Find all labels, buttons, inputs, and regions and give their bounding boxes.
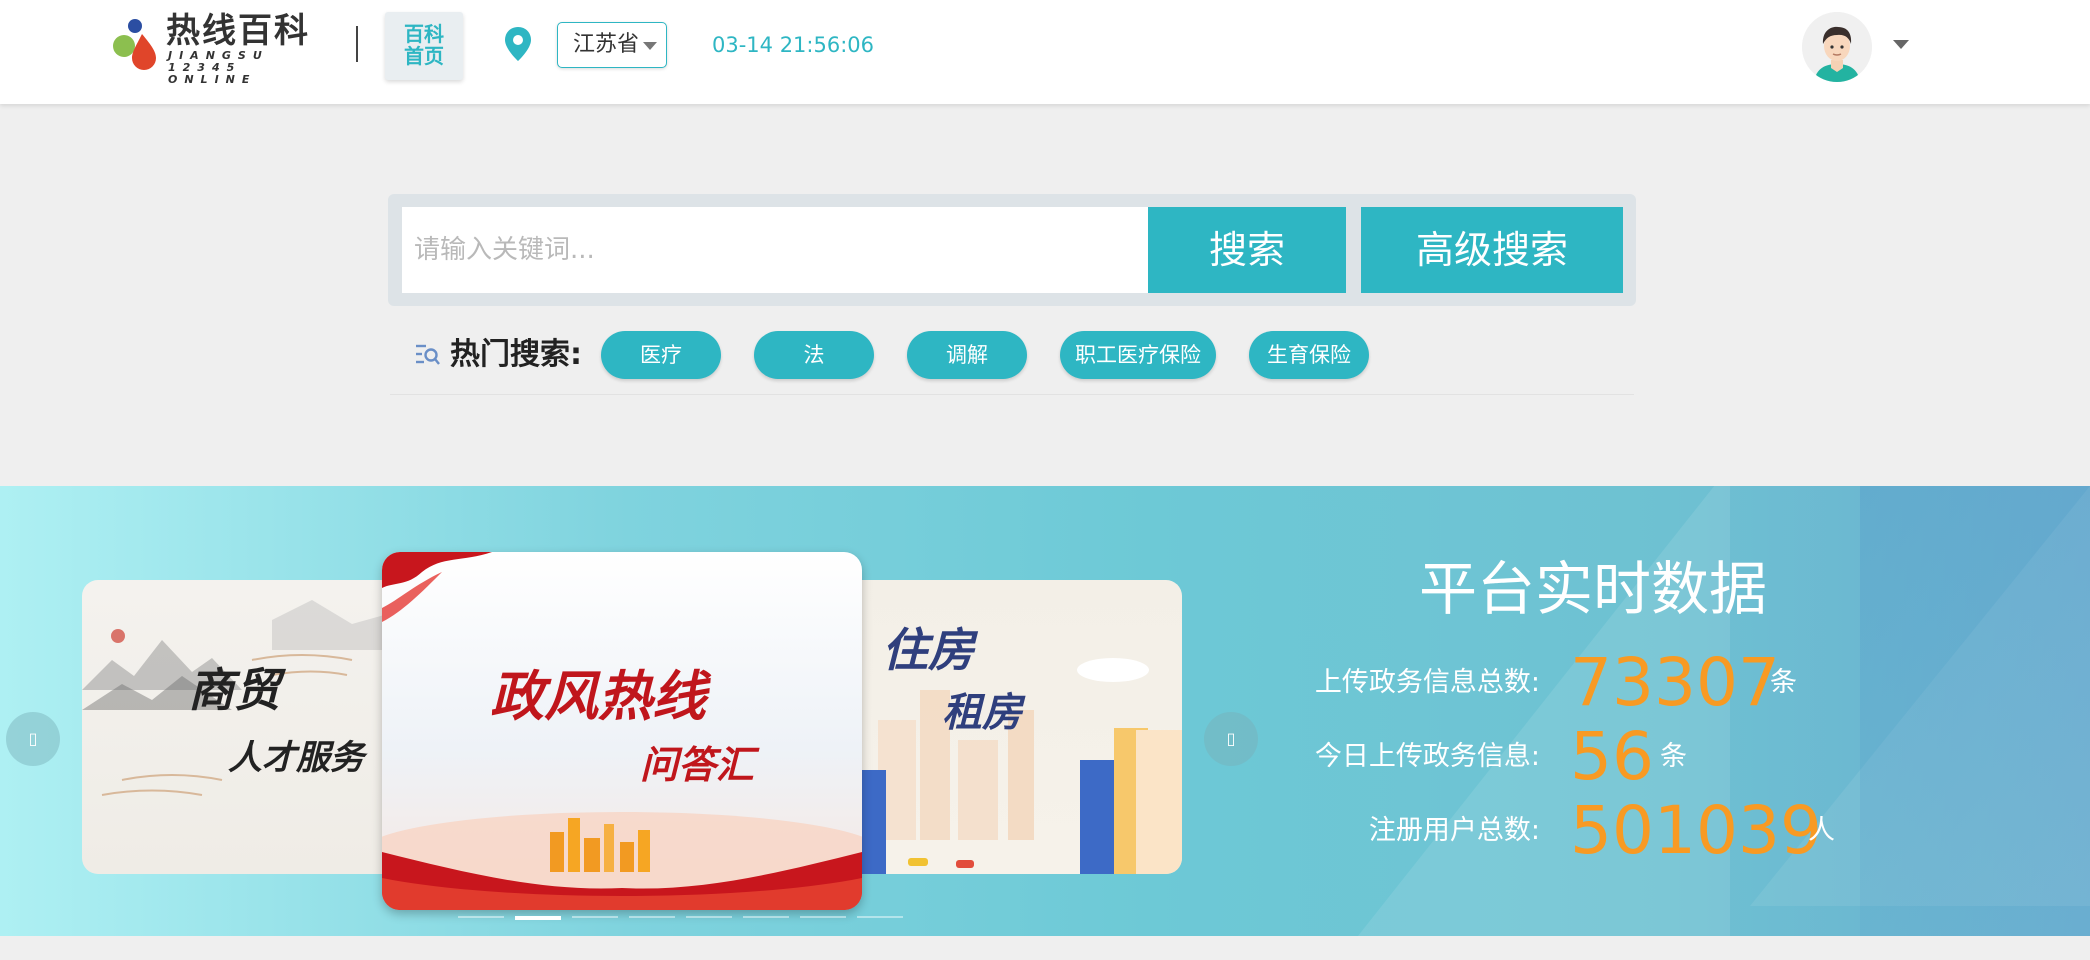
slide-active-subtitle: 问答汇 xyxy=(640,742,755,787)
home-button-line1: 百科 xyxy=(404,22,444,46)
home-button-line2: 首页 xyxy=(404,44,444,68)
stat-value-today-info: 56 xyxy=(1570,718,1654,795)
hot-search-bar: 热门搜索: 医疗 法 调解 职工医疗保险 生育保险 xyxy=(412,330,1632,380)
stat-label-registered-users: 注册用户总数: xyxy=(1368,815,1540,846)
stat-value-registered-users: 501039 xyxy=(1570,792,1822,869)
carousel-slide-active[interactable]: 政风热线 问答汇 xyxy=(382,552,862,910)
carousel-indicator[interactable] xyxy=(629,916,675,918)
user-avatar-icon xyxy=(1802,12,1872,82)
carousel-indicators xyxy=(458,916,908,920)
ink-mountain-illustration xyxy=(82,600,402,796)
red-flag-illustration xyxy=(382,552,862,910)
hot-search-label: 热门搜索: xyxy=(450,337,582,372)
slide-trade-title: 商贸 xyxy=(188,663,280,717)
province-select[interactable]: 江苏省 xyxy=(557,22,667,68)
carousel-indicator[interactable] xyxy=(743,916,789,918)
stat-unit-total-info: 条 xyxy=(1770,667,1797,698)
carousel-indicator[interactable] xyxy=(686,916,732,918)
location-pin-icon xyxy=(505,27,531,61)
hot-tag-medical[interactable]: 医疗 xyxy=(601,331,721,379)
logo-divider xyxy=(356,26,358,62)
user-avatar[interactable] xyxy=(1802,12,1872,82)
stats-title: 平台实时数据 xyxy=(1418,555,1767,623)
hot-tag-employee-medical-insurance[interactable]: 职工医疗保险 xyxy=(1060,331,1216,379)
hot-tag-law[interactable]: 法 xyxy=(754,331,874,379)
carousel-prev-button[interactable]: ▯ xyxy=(6,712,60,766)
carousel-indicator[interactable] xyxy=(857,916,903,918)
baike-home-button[interactable]: 百科 首页 xyxy=(385,12,463,80)
logo-title: 热线百科 xyxy=(166,11,310,51)
carousel-next-button[interactable]: ▯ xyxy=(1204,712,1258,766)
current-datetime: 03-14 21:56:06 xyxy=(712,33,875,57)
carousel-indicator[interactable] xyxy=(458,916,504,918)
advanced-search-button[interactable]: 高级搜索 xyxy=(1361,207,1623,293)
site-logo[interactable]: 热线百科 JIANGSU 12345 ONLINE xyxy=(112,11,338,86)
chevron-down-icon xyxy=(643,42,657,50)
carousel-indicator[interactable] xyxy=(515,916,561,920)
stat-unit-registered-users: 人 xyxy=(1808,815,1835,846)
slide-housing-subtitle: 租房 xyxy=(942,689,1022,736)
slide-active-title: 政风热线 xyxy=(490,664,706,728)
carousel-slide-trade[interactable]: 商贸 人才服务 xyxy=(82,580,402,874)
logo-drops-icon xyxy=(113,19,156,70)
stat-label-total-info: 上传政务信息总数: xyxy=(1314,667,1540,698)
search-button[interactable]: 搜索 xyxy=(1148,207,1346,293)
hot-search-icon xyxy=(416,344,440,365)
banner-decor-shard xyxy=(1860,486,2090,936)
logo-sub-online: 12345 ONLINE xyxy=(168,61,257,86)
hot-tag-maternity-insurance[interactable]: 生育保险 xyxy=(1249,331,1369,379)
hot-tag-mediation[interactable]: 调解 xyxy=(907,331,1027,379)
user-menu-chevron-icon[interactable] xyxy=(1893,40,1909,49)
carousel-indicator[interactable] xyxy=(800,916,846,918)
carousel-indicator[interactable] xyxy=(572,916,618,918)
slide-housing-title: 住房 xyxy=(882,623,974,677)
stat-unit-today-info: 条 xyxy=(1660,741,1687,772)
carousel-slide-housing[interactable]: 住房 租房 xyxy=(828,580,1182,874)
search-input[interactable] xyxy=(402,207,1148,293)
slide-trade-subtitle: 人才服务 xyxy=(228,738,364,778)
stat-label-today-info: 今日上传政务信息: xyxy=(1314,741,1540,772)
banner-section: 商贸 人才服务 住房 租房 政风热线 问答汇 ▯ ▯ 平台实时数据 上传政务信息… xyxy=(0,486,2090,936)
top-header: 热线百科 JIANGSU 12345 ONLINE 百科 首页 江苏省 03-1… xyxy=(0,0,2090,104)
stat-value-total-info: 73307 xyxy=(1570,644,1780,721)
hot-search-divider xyxy=(390,394,1634,395)
province-value: 江苏省 xyxy=(573,32,640,57)
search-panel: 搜索 高级搜索 xyxy=(388,194,1636,306)
